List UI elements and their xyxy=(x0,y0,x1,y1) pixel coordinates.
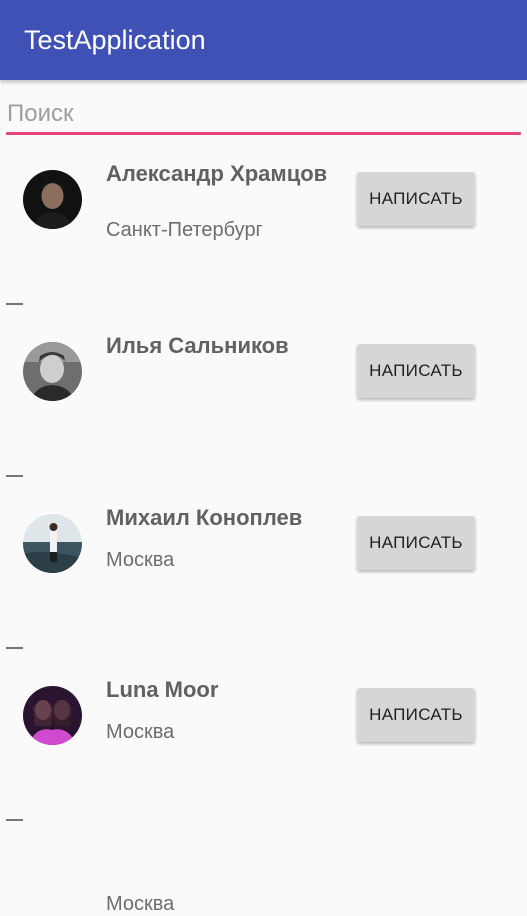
divider xyxy=(6,475,23,477)
avatar xyxy=(23,342,82,401)
write-button[interactable]: НАПИСАТЬ xyxy=(357,172,475,226)
user-city: Санкт-Петербург xyxy=(106,219,263,241)
write-button[interactable]: НАПИСАТЬ xyxy=(357,688,475,742)
user-name: Luna Moor xyxy=(106,677,219,702)
user-name: Михаил Коноплев xyxy=(106,505,303,530)
search-field[interactable] xyxy=(6,96,521,136)
write-button[interactable]: НАПИСАТЬ xyxy=(357,516,475,570)
user-name: Илья Сальников xyxy=(106,333,289,358)
write-button[interactable]: НАПИСАТЬ xyxy=(357,344,475,398)
avatar xyxy=(23,170,82,229)
list-item: Михаил Коноплев Москва НАПИСАТЬ xyxy=(0,484,527,743)
avatar xyxy=(23,686,82,745)
avatar xyxy=(23,514,82,573)
list-item: Илья Сальников Москва НАПИСАТЬ xyxy=(0,312,527,571)
user-name: Александр Храмцов xyxy=(106,161,328,186)
search-underline xyxy=(6,132,521,135)
divider xyxy=(6,819,23,821)
list-item: Александр Храмцов Санкт-Петербург НАПИСА… xyxy=(0,140,527,312)
app-title: TestApplication xyxy=(24,25,206,55)
divider xyxy=(6,647,23,649)
search-input[interactable] xyxy=(6,96,521,132)
app-bar: TestApplication xyxy=(0,0,527,80)
divider xyxy=(6,303,23,305)
list-item: Luna Moor Москва НАПИСАТЬ xyxy=(0,656,527,915)
user-list: Александр Храмцов Санкт-Петербург НАПИСА… xyxy=(0,140,527,915)
user-city: Москва xyxy=(106,893,175,915)
